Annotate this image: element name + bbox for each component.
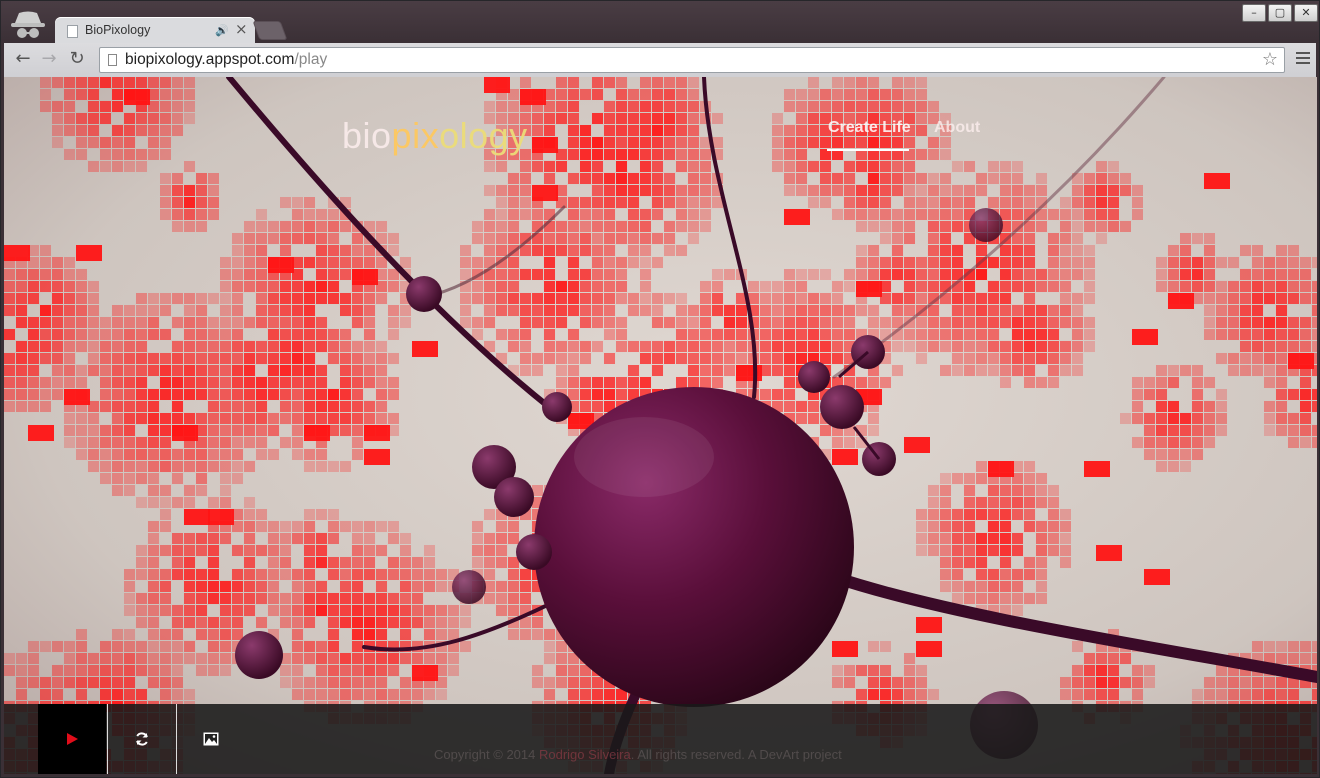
forward-arrow-icon[interactable]: → xyxy=(38,48,60,70)
browser-toolbar: ← → ↻ biopixology.appspot.com/play ☆ xyxy=(4,43,1316,77)
reload-icon xyxy=(136,732,148,746)
page-icon xyxy=(108,54,117,66)
footer-copyright: Copyright © 2014 xyxy=(434,747,536,762)
footer-author-link[interactable]: Rodrigo Silveira xyxy=(539,747,631,762)
footer-text: Copyright © 2014 Rodrigo Silveira. All r… xyxy=(434,747,842,762)
tab-title: BioPixology xyxy=(85,23,151,37)
maximize-button[interactable]: ▢ xyxy=(1268,4,1292,22)
logo-part-ology: ology xyxy=(439,115,528,156)
browser-window: BioPixology 🔊 × – ▢ ✕ ← → ↻ biopixology.… xyxy=(0,0,1320,778)
artwork-canvas[interactable] xyxy=(4,77,1317,774)
back-arrow-icon[interactable]: ← xyxy=(12,48,34,70)
tab-close-icon[interactable]: × xyxy=(235,20,248,38)
logo-part-bio: bio xyxy=(342,115,392,156)
reload-button[interactable] xyxy=(107,704,176,774)
address-bar[interactable]: biopixology.appspot.com/play ☆ xyxy=(99,47,1285,73)
reload-page-icon[interactable]: ↻ xyxy=(66,48,88,70)
menu-icon[interactable] xyxy=(1296,52,1310,67)
url-host: biopixology.appspot.com xyxy=(125,51,295,68)
nav-create-life-link[interactable]: Create Life xyxy=(828,119,911,137)
close-window-button[interactable]: ✕ xyxy=(1294,4,1318,22)
image-icon xyxy=(203,732,219,746)
play-icon xyxy=(67,733,78,745)
audio-playing-icon[interactable]: 🔊 xyxy=(215,24,229,37)
url-path: /play xyxy=(294,51,328,68)
page-content: biopixology Create Life About Copyright … xyxy=(4,77,1317,774)
control-bar xyxy=(4,704,1317,774)
logo-part-pix: pix xyxy=(391,115,440,156)
footer-project: A DevArt project xyxy=(747,747,842,762)
url-text[interactable]: biopixology.appspot.com/play xyxy=(125,51,327,69)
bookmark-star-icon[interactable]: ☆ xyxy=(1262,49,1278,70)
site-logo[interactable]: biopixology xyxy=(342,115,528,157)
minimize-button[interactable]: – xyxy=(1242,4,1266,22)
active-nav-underline xyxy=(827,149,909,151)
nav-about-link[interactable]: About xyxy=(934,119,980,137)
footer-rights: . All rights reserved. xyxy=(630,747,745,762)
play-button[interactable] xyxy=(38,704,106,774)
image-button[interactable] xyxy=(176,704,245,774)
new-tab-button[interactable] xyxy=(252,21,288,40)
page-favicon-icon xyxy=(67,25,78,38)
incognito-icon xyxy=(11,11,45,38)
browser-tab[interactable]: BioPixology 🔊 × xyxy=(55,17,255,45)
